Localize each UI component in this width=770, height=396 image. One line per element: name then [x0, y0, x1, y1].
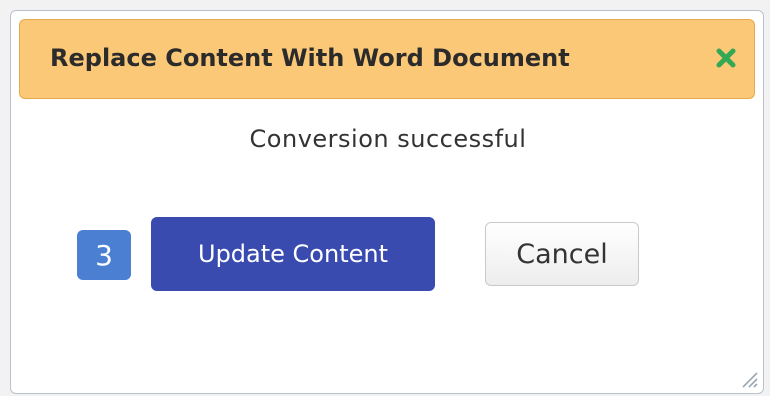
resize-handle-icon[interactable] — [735, 365, 759, 389]
cancel-button[interactable]: Cancel — [485, 222, 639, 286]
close-icon-glyph — [716, 48, 736, 68]
step-number-badge: 3 — [77, 230, 131, 280]
dialog-titlebar: Replace Content With Word Document — [19, 19, 755, 99]
resize-grip-icon — [742, 372, 758, 388]
conversion-status: Conversion successful — [249, 125, 527, 153]
update-content-button[interactable]: Update Content — [151, 217, 435, 291]
close-icon[interactable] — [710, 42, 742, 74]
dialog-title: Replace Content With Word Document — [50, 44, 570, 72]
replace-content-dialog: Replace Content With Word Document Conve… — [10, 10, 764, 394]
